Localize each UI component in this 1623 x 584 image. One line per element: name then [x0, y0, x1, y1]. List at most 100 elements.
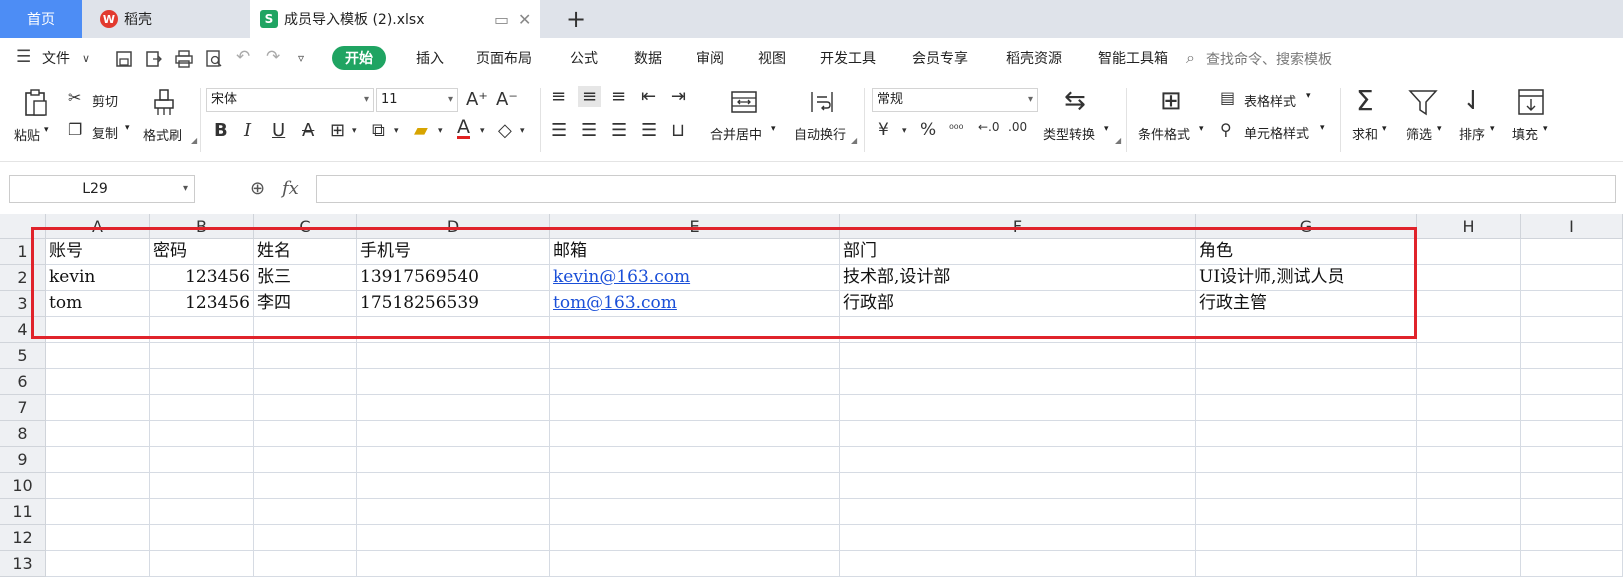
fx-icon[interactable]: fx [282, 178, 299, 199]
increase-font-icon[interactable]: A⁺ [466, 89, 488, 110]
empty-cell[interactable] [1196, 447, 1417, 473]
chevron-down-icon[interactable]: ▾ [1104, 124, 1109, 134]
filter-label[interactable]: 筛选 [1406, 124, 1432, 143]
empty-cell[interactable] [1417, 291, 1521, 317]
empty-cell[interactable] [1196, 525, 1417, 551]
chevron-down-icon[interactable]: ▾ [438, 126, 443, 136]
paste-dropdown-icon[interactable]: ▾ [44, 125, 49, 135]
copy-icon[interactable]: ❐ [68, 120, 82, 139]
row-header-6[interactable]: 6 [0, 369, 46, 395]
conditional-format-icon[interactable]: ⊞ [1160, 86, 1182, 116]
empty-cell[interactable] [1196, 421, 1417, 447]
close-tab-icon[interactable]: ✕ [518, 10, 531, 29]
empty-cell[interactable] [550, 369, 840, 395]
empty-cell[interactable] [550, 447, 840, 473]
cell-f3[interactable]: 行政部 [840, 291, 1196, 317]
font-color-icon[interactable]: A [457, 118, 470, 139]
empty-cell[interactable] [46, 525, 150, 551]
row-header-13[interactable]: 13 [0, 551, 46, 577]
row-header-10[interactable]: 10 [0, 473, 46, 499]
empty-cell[interactable] [840, 551, 1196, 577]
align-middle-icon[interactable]: ≡ [578, 86, 602, 107]
row-header-7[interactable]: 7 [0, 395, 46, 421]
cell-b3[interactable]: 123456 [150, 291, 254, 317]
decrease-indent-icon[interactable]: ⇤ [641, 86, 656, 107]
empty-cell[interactable] [550, 395, 840, 421]
currency-icon[interactable]: ¥ [878, 120, 889, 140]
cell-e1[interactable]: 邮箱 [550, 239, 840, 265]
print-icon[interactable] [174, 49, 194, 69]
empty-cell[interactable] [46, 317, 150, 343]
cell-g2[interactable]: UI设计师,测试人员 [1196, 265, 1417, 291]
empty-cell[interactable] [254, 421, 357, 447]
chevron-down-icon[interactable]: ▾ [1382, 124, 1387, 134]
empty-cell[interactable] [840, 395, 1196, 421]
empty-cell[interactable] [1521, 239, 1623, 265]
empty-cell[interactable] [1521, 369, 1623, 395]
empty-cell[interactable] [46, 421, 150, 447]
merge-center-label[interactable]: 合并居中 [710, 124, 762, 143]
empty-cell[interactable] [150, 525, 254, 551]
row-header-3[interactable]: 3 [0, 291, 46, 317]
empty-cell[interactable] [840, 421, 1196, 447]
fill-pattern-icon[interactable]: ⧉ [372, 120, 385, 141]
empty-cell[interactable] [840, 525, 1196, 551]
empty-cell[interactable] [46, 499, 150, 525]
empty-cell[interactable] [150, 421, 254, 447]
font-size-select[interactable]: 11 ▾ [376, 88, 458, 112]
empty-cell[interactable] [46, 369, 150, 395]
empty-cell[interactable] [357, 447, 550, 473]
cell-a3[interactable]: tom [46, 291, 150, 317]
empty-cell[interactable] [1417, 499, 1521, 525]
empty-cell[interactable] [1417, 369, 1521, 395]
dialog-launcher-icon[interactable]: ◢ [1115, 136, 1121, 145]
save-icon[interactable] [114, 49, 134, 69]
increase-indent-icon[interactable]: ⇥ [671, 86, 686, 107]
column-header-e[interactable]: E [550, 214, 840, 239]
empty-cell[interactable] [150, 551, 254, 577]
empty-cell[interactable] [1521, 395, 1623, 421]
chevron-down-icon[interactable]: ▾ [520, 126, 525, 136]
copy-label[interactable]: 复制 [92, 123, 118, 142]
empty-cell[interactable] [1521, 551, 1623, 577]
menu-start[interactable]: 开始 [332, 46, 386, 70]
empty-cell[interactable] [46, 551, 150, 577]
empty-cell[interactable] [254, 447, 357, 473]
export-icon[interactable] [144, 49, 164, 69]
redo-icon[interactable]: ↷ [266, 47, 280, 67]
empty-cell[interactable] [254, 473, 357, 499]
type-convert-icon[interactable]: ⇆ [1064, 86, 1086, 116]
empty-cell[interactable] [357, 525, 550, 551]
chevron-down-icon[interactable]: ▾ [1306, 91, 1311, 101]
cell-c1[interactable]: 姓名 [254, 239, 357, 265]
menu-page-layout[interactable]: 页面布局 [476, 48, 532, 68]
column-header-f[interactable]: F [840, 214, 1196, 239]
empty-cell[interactable] [1521, 525, 1623, 551]
empty-cell[interactable] [840, 499, 1196, 525]
cell-d2[interactable]: 13917569540 [357, 265, 550, 291]
bold-icon[interactable]: B [214, 120, 228, 141]
empty-cell[interactable] [1417, 395, 1521, 421]
row-header-1[interactable]: 1 [0, 239, 46, 265]
type-convert-label[interactable]: 类型转换 [1043, 124, 1095, 143]
empty-cell[interactable] [357, 499, 550, 525]
empty-cell[interactable] [1521, 343, 1623, 369]
tab-daoke[interactable]: W 稻壳 [86, 0, 246, 38]
empty-cell[interactable] [1521, 447, 1623, 473]
chevron-down-icon[interactable]: ▾ [1543, 124, 1548, 134]
font-name-select[interactable]: 宋体 ▾ [206, 88, 374, 112]
sum-icon[interactable]: Σ [1356, 84, 1374, 117]
empty-cell[interactable] [254, 317, 357, 343]
menu-view[interactable]: 视图 [758, 48, 786, 68]
hamburger-icon[interactable]: ☰ [16, 47, 31, 67]
empty-cell[interactable] [1417, 265, 1521, 291]
row-header-2[interactable]: 2 [0, 265, 46, 291]
empty-cell[interactable] [46, 395, 150, 421]
empty-cell[interactable] [550, 421, 840, 447]
empty-cell[interactable] [1196, 343, 1417, 369]
empty-cell[interactable] [1417, 421, 1521, 447]
empty-cell[interactable] [150, 447, 254, 473]
cell-style-label[interactable]: 单元格样式 [1244, 123, 1309, 142]
empty-cell[interactable] [357, 473, 550, 499]
underline-icon[interactable]: U [272, 120, 285, 141]
